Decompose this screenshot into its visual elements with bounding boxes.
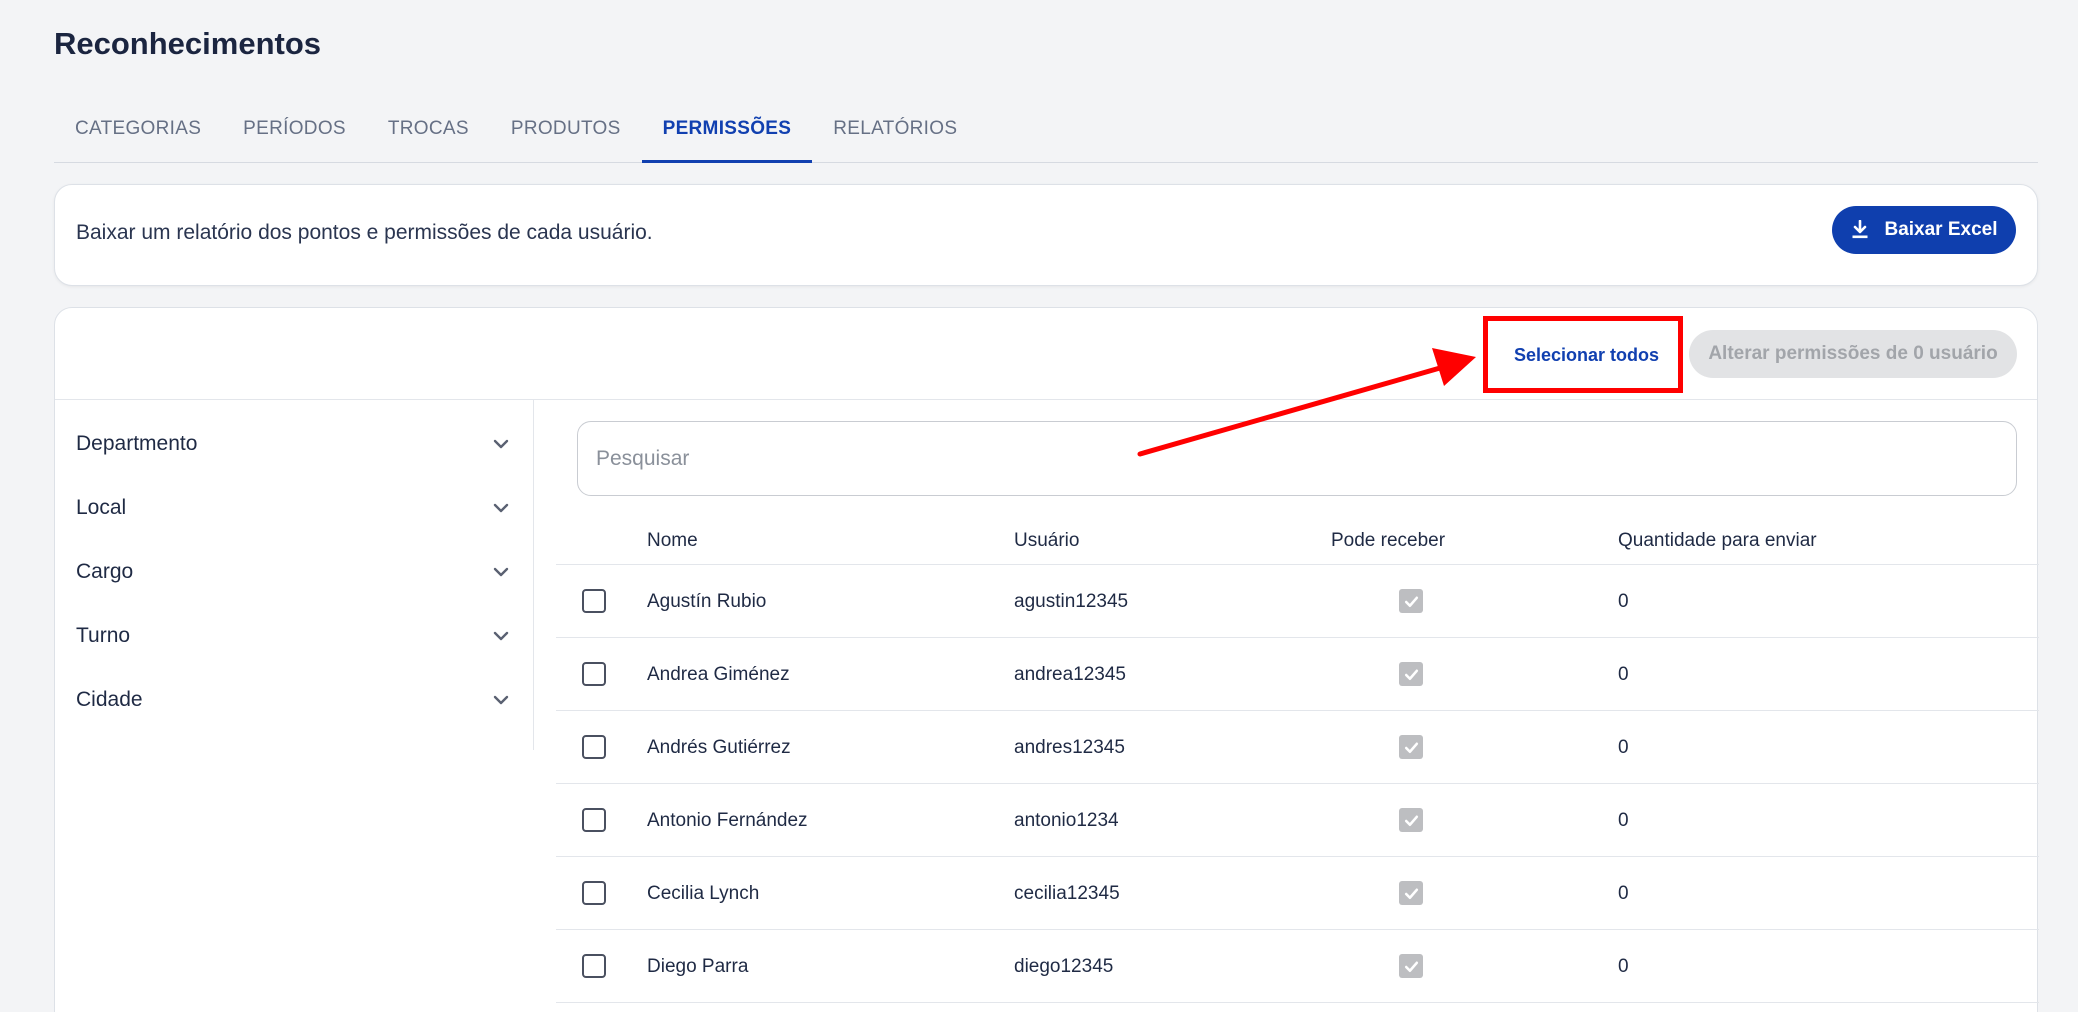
chevron-down-icon — [493, 567, 509, 577]
header-receive: Pode receber — [1331, 530, 1446, 551]
filter-label: Cargo — [76, 560, 134, 583]
row-checkbox[interactable] — [582, 881, 606, 905]
download-icon — [1852, 220, 1868, 239]
download-excel-button[interactable]: Baixar Excel — [1832, 206, 2016, 254]
filter-local[interactable]: Local — [55, 476, 533, 540]
row-user: andrea12345 — [1014, 664, 1126, 685]
tab-periodos[interactable]: PERÍODOS — [222, 102, 367, 163]
permissions-toolbar: Selecionar todos Alterar permissões de 0… — [55, 308, 2037, 400]
search-input[interactable] — [577, 421, 2017, 496]
chevron-down-icon — [493, 631, 509, 641]
row-checkbox[interactable] — [582, 589, 606, 613]
row-quantity: 0 — [1618, 810, 1629, 831]
table-row: Andrés Gutiérrez andres12345 0 — [556, 711, 2039, 784]
row-checkbox[interactable] — [582, 808, 606, 832]
row-checkbox[interactable] — [582, 954, 606, 978]
download-excel-label: Baixar Excel — [1884, 219, 1998, 240]
header-quantity: Quantidade para enviar — [1618, 530, 1817, 551]
table-row: Agustín Rubio agustin12345 0 — [556, 565, 2039, 638]
header-name: Nome — [647, 530, 698, 551]
filter-cargo[interactable]: Cargo — [55, 540, 533, 604]
check-icon — [1404, 815, 1418, 826]
row-name: Agustín Rubio — [647, 591, 767, 612]
filter-cidade[interactable]: Cidade — [55, 668, 533, 732]
row-user: agustin12345 — [1014, 591, 1129, 612]
row-user: cecilia12345 — [1014, 883, 1120, 904]
filter-label: Turno — [76, 624, 131, 647]
check-icon — [1404, 596, 1418, 607]
check-icon — [1404, 669, 1418, 680]
row-quantity: 0 — [1618, 956, 1629, 977]
chevron-down-icon — [493, 503, 509, 513]
tab-trocas[interactable]: TROCAS — [367, 102, 490, 163]
row-user: diego12345 — [1014, 956, 1114, 977]
table-row: Diego Parra diego12345 0 — [556, 930, 2039, 1003]
report-card: Baixar um relatório dos pontos e permiss… — [54, 184, 2038, 286]
can-receive-checkbox — [1399, 808, 1423, 832]
row-quantity: 0 — [1618, 664, 1629, 685]
row-name: Cecilia Lynch — [647, 883, 760, 904]
table-row: Andrea Giménez andrea12345 0 — [556, 638, 2039, 711]
chevron-down-icon — [493, 439, 509, 449]
filter-label: Cidade — [76, 688, 143, 711]
table-header: Nome Usuário Pode receber Quantidade par… — [556, 513, 2039, 565]
filter-turno[interactable]: Turno — [55, 604, 533, 668]
chevron-down-icon — [493, 695, 509, 705]
tab-produtos[interactable]: PRODUTOS — [490, 102, 642, 163]
row-quantity: 0 — [1618, 737, 1629, 758]
header-user: Usuário — [1014, 530, 1080, 551]
row-name: Diego Parra — [647, 956, 749, 977]
tab-permissoes[interactable]: PERMISSÕES — [641, 102, 813, 163]
filter-panel: Departmento Local Cargo Turno Cidade — [55, 400, 534, 750]
check-icon — [1404, 742, 1418, 753]
can-receive-checkbox — [1399, 662, 1423, 686]
report-description: Baixar um relatório dos pontos e permiss… — [76, 221, 653, 244]
tab-bar: CATEGORIAS PERÍODOS TROCAS PRODUTOS PERM… — [54, 102, 2038, 163]
table-row: Antonio Fernández antonio1234 0 — [556, 784, 2039, 857]
can-receive-checkbox — [1399, 954, 1423, 978]
row-quantity: 0 — [1618, 591, 1629, 612]
table-row: Cecilia Lynch cecilia12345 0 — [556, 857, 2039, 930]
tab-relatorios[interactable]: RELATÓRIOS — [812, 102, 978, 163]
select-all-button[interactable]: Selecionar todos — [1485, 319, 1688, 392]
row-user: antonio1234 — [1014, 810, 1119, 831]
filter-label: Departmento — [76, 432, 198, 455]
row-name: Andrés Gutiérrez — [647, 737, 791, 758]
row-name: Antonio Fernández — [647, 810, 808, 831]
check-icon — [1404, 888, 1418, 899]
page-title: Reconhecimentos — [54, 26, 322, 61]
row-checkbox[interactable] — [582, 735, 606, 759]
row-checkbox[interactable] — [582, 662, 606, 686]
can-receive-checkbox — [1399, 589, 1423, 613]
filter-departmento[interactable]: Departmento — [55, 412, 533, 476]
users-table: Nome Usuário Pode receber Quantidade par… — [556, 513, 2039, 1003]
permissions-card: Selecionar todos Alterar permissões de 0… — [54, 307, 2039, 1012]
can-receive-checkbox — [1399, 735, 1423, 759]
alter-permissions-button: Alterar permissões de 0 usuário — [1689, 330, 2017, 378]
can-receive-checkbox — [1399, 881, 1423, 905]
row-user: andres12345 — [1014, 737, 1125, 758]
row-name: Andrea Giménez — [647, 664, 790, 685]
tab-categorias[interactable]: CATEGORIAS — [54, 102, 222, 163]
check-icon — [1404, 961, 1418, 972]
row-quantity: 0 — [1618, 883, 1629, 904]
filter-label: Local — [76, 496, 127, 519]
